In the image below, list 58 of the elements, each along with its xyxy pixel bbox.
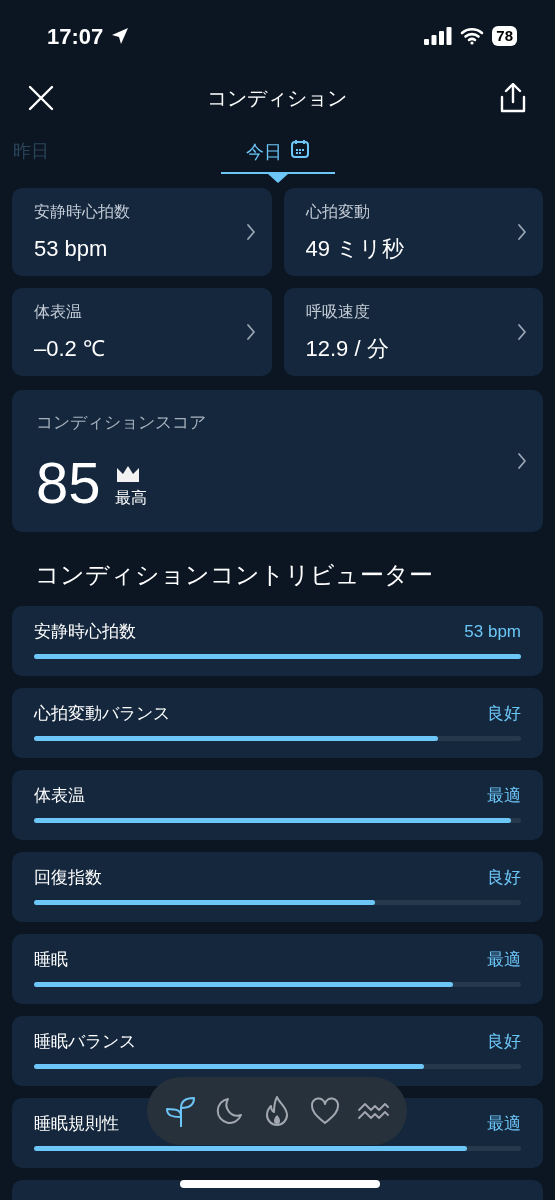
contributor-name: 体表温 (34, 785, 85, 807)
contributor-reading: 最適 (487, 949, 521, 971)
chevron-right-icon (245, 323, 256, 341)
contributor-card[interactable]: 睡眠 最適 (12, 934, 543, 1004)
share-icon (498, 83, 528, 113)
chevron-right-icon (517, 323, 527, 341)
date-tab[interactable]: 今日 (221, 136, 335, 174)
contributor-reading: 良好 (487, 703, 521, 725)
chevron-right-icon (517, 223, 527, 241)
calendar-icon (290, 139, 310, 159)
score-label: コンディションスコア (36, 412, 206, 435)
contributor-name: 睡眠規則性 (34, 1113, 119, 1135)
metric-label: 呼吸速度 (305, 301, 371, 322)
metric-card[interactable]: 体表温 –0.2 ℃ (12, 288, 272, 376)
metric-card[interactable]: 安静時心拍数 53 bpm (12, 188, 272, 276)
sprout-icon (164, 1094, 198, 1128)
flame-icon (264, 1095, 290, 1127)
status-time: 17:07 (47, 22, 104, 51)
score-value: 85 (36, 453, 101, 512)
score-card[interactable]: コンディションスコア 85 最高 (12, 390, 543, 532)
heart-icon (310, 1097, 340, 1125)
contributor-card[interactable]: 体表温 最適 (12, 770, 543, 840)
chevron-right-icon (245, 223, 256, 241)
signal-icon (424, 27, 453, 45)
close-button[interactable] (26, 83, 56, 113)
metric-label: 安静時心拍数 (34, 201, 130, 222)
contributor-name: 睡眠 (34, 949, 68, 971)
metric-value: 53 bpm (34, 234, 109, 263)
metric-value: 12.9 / 分 (305, 334, 389, 363)
battery-indicator: 78 (492, 26, 517, 46)
metric-label: 心拍変動 (305, 201, 371, 222)
contributor-name: 回復指数 (34, 867, 102, 889)
moon-icon (214, 1096, 244, 1126)
contributor-card[interactable]: 回復指数 良好 (12, 852, 543, 922)
contributor-card[interactable]: 睡眠バランス 良好 (12, 1016, 543, 1086)
metric-card[interactable]: 呼吸速度 12.9 / 分 (283, 288, 543, 376)
contributor-reading: 良好 (487, 1031, 521, 1053)
score-rating: 最高 (114, 487, 147, 508)
contributor-name: 心拍変動バランス (34, 703, 170, 725)
contributor-card[interactable]: 安静時心拍数 53 bpm (12, 606, 543, 676)
contributor-card[interactable]: 心拍変動バランス 良好 (12, 688, 543, 758)
location-arrow-icon (111, 27, 130, 45)
metric-value: 49 ミリ秒 (305, 234, 405, 263)
contributor-reading: 最適 (487, 1113, 521, 1135)
chevron-right-icon (517, 452, 527, 470)
metric-label: 体表温 (34, 301, 83, 322)
tab-pointer-icon (268, 174, 288, 183)
contributor-reading: 53 bpm (464, 621, 521, 643)
close-icon (28, 85, 54, 111)
metric-value: –0.2 ℃ (34, 334, 105, 363)
page-title: コンディション (206, 86, 347, 111)
contributor-name: 安静時心拍数 (34, 621, 136, 643)
wifi-icon (460, 27, 485, 45)
contributor-reading: 最適 (487, 785, 521, 807)
contributor-name: 睡眠バランス (34, 1031, 136, 1053)
contributor-reading: 良好 (487, 867, 521, 889)
section-heading: コンディションコントリビューター (34, 560, 434, 590)
metric-card[interactable]: 心拍変動 49 ミリ秒 (283, 188, 543, 276)
